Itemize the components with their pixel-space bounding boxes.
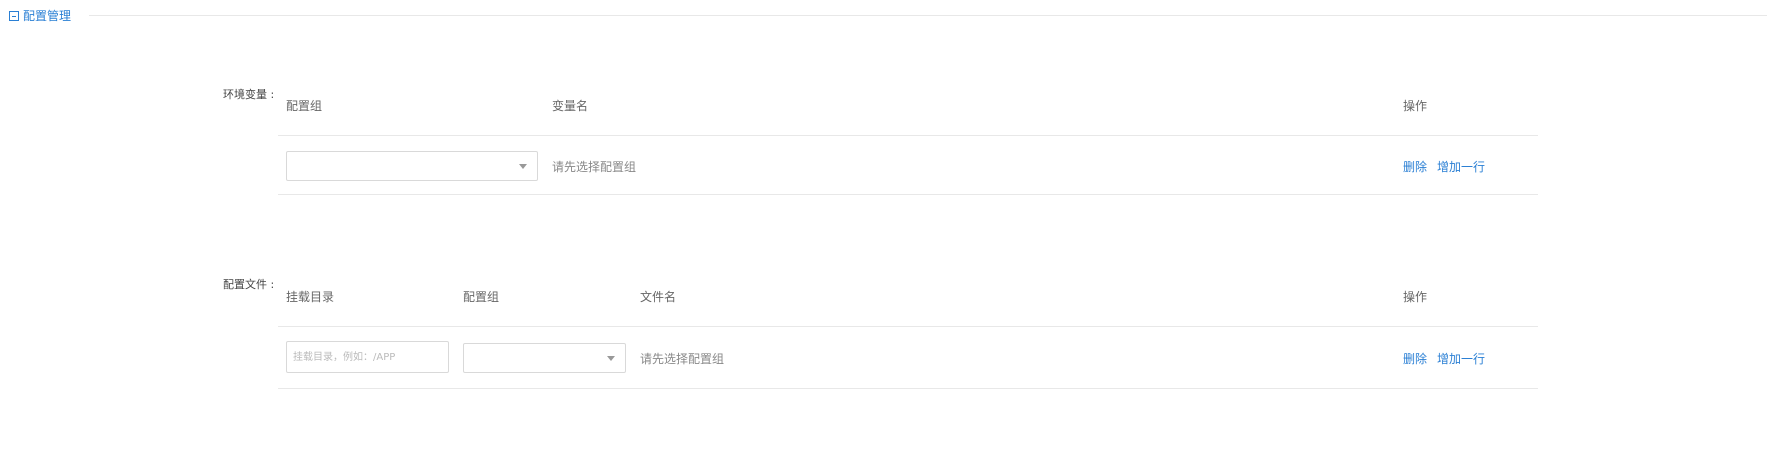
mount-dir-input[interactable]: [286, 341, 449, 373]
env-vars-label: 环境变量 :: [223, 88, 275, 101]
chevron-down-icon: [607, 356, 615, 361]
delete-row-link[interactable]: 删除: [1403, 350, 1427, 367]
add-row-link[interactable]: 增加一行: [1437, 350, 1485, 367]
header-var-name: 变量名: [552, 99, 589, 113]
delete-row-link[interactable]: 删除: [1403, 158, 1427, 175]
header-config-group: 配置组: [463, 290, 500, 304]
config-files-label: 配置文件 :: [223, 278, 275, 291]
section-title: 配置管理: [23, 9, 72, 23]
header-file-name: 文件名: [640, 290, 677, 304]
config-management-page: 配置管理 环境变量 : 配置组 变量名 操作 请先选择配置组 删除 增加一行 配…: [0, 0, 1767, 476]
config-files-table-header: 挂载目录 配置组 文件名 操作: [278, 268, 1538, 327]
header-action: 操作: [1403, 99, 1428, 113]
header-action: 操作: [1403, 290, 1428, 304]
var-name-hint: 请先选择配置组: [552, 160, 637, 174]
config-files-table: 挂载目录 配置组 文件名 操作 请先选择配置组 删除 增加一行: [278, 268, 1538, 389]
section-header: 配置管理: [9, 6, 71, 26]
chevron-down-icon: [519, 164, 527, 169]
header-mount-dir: 挂载目录: [286, 290, 335, 304]
file-name-hint: 请先选择配置组: [640, 352, 725, 366]
section-divider: [89, 15, 1767, 16]
env-vars-table-header: 配置组 变量名 操作: [278, 77, 1538, 136]
table-row: 请先选择配置组 删除 增加一行: [278, 327, 1538, 389]
config-group-select[interactable]: [463, 343, 626, 373]
env-vars-table: 配置组 变量名 操作 请先选择配置组 删除 增加一行: [278, 77, 1538, 195]
header-config-group: 配置组: [286, 99, 323, 113]
config-group-select[interactable]: [286, 151, 538, 181]
collapse-icon[interactable]: [9, 11, 19, 21]
table-row: 请先选择配置组 删除 增加一行: [278, 136, 1538, 195]
add-row-link[interactable]: 增加一行: [1437, 158, 1485, 175]
